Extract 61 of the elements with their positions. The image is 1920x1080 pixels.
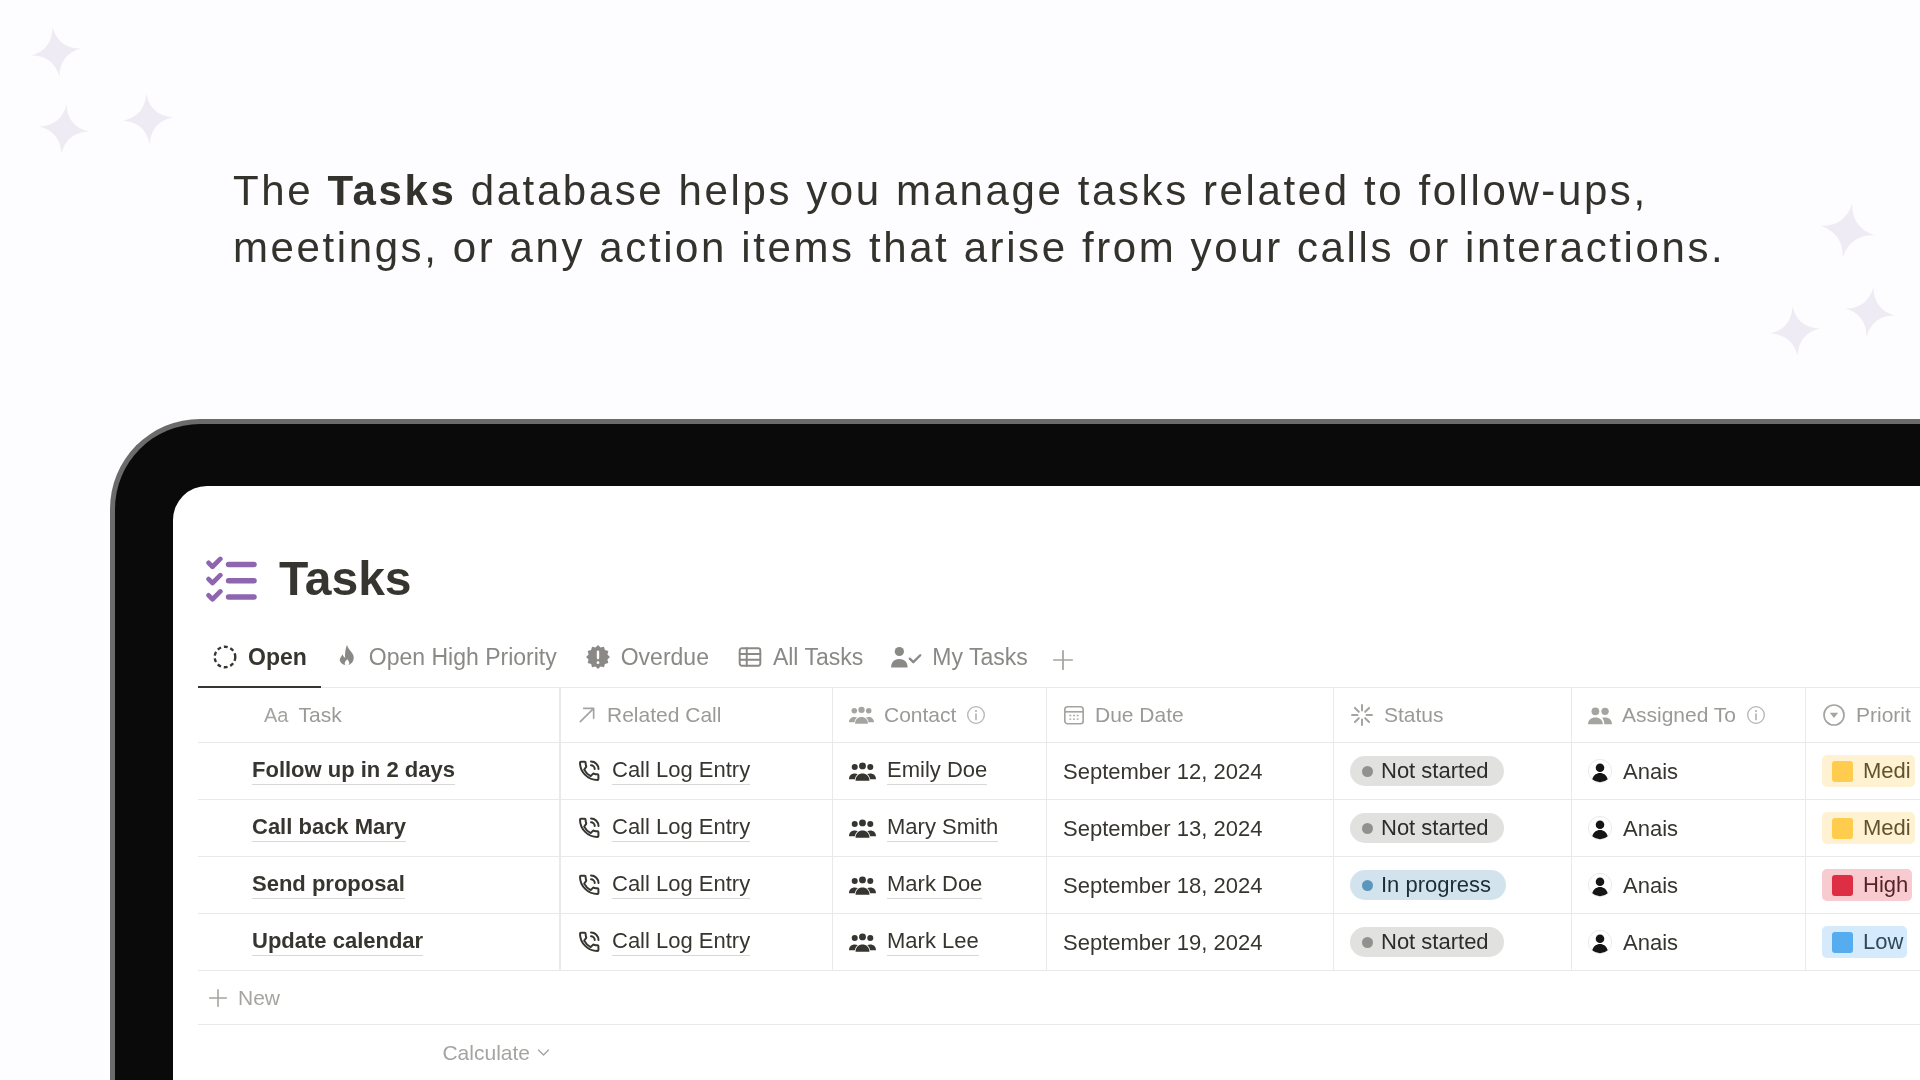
contact-link[interactable]: Mary Smith xyxy=(887,814,999,842)
dropdown-circle-icon xyxy=(1822,703,1846,727)
view-tab[interactable]: Open xyxy=(198,630,321,688)
avatar-icon xyxy=(1588,873,1612,897)
people-icon xyxy=(849,932,876,952)
due-date: September 18, 2024 xyxy=(1063,871,1263,900)
view-tab[interactable]: Open High Priority xyxy=(320,630,571,688)
assignee-name: Anais xyxy=(1623,871,1679,900)
task-title-link[interactable]: Follow up in 2 days xyxy=(252,757,455,785)
assignee-name: Anais xyxy=(1623,814,1679,843)
people-icon xyxy=(849,706,874,724)
checklist-icon xyxy=(206,555,257,603)
table-icon xyxy=(736,644,763,670)
related-call-link[interactable]: Call Log Entry xyxy=(612,814,751,842)
page-title: Tasks xyxy=(279,551,412,608)
view-tab[interactable]: My Tasks xyxy=(877,630,1042,688)
status-label: Not started xyxy=(1381,928,1489,956)
dashed-circle-icon xyxy=(212,644,238,670)
avatar-icon xyxy=(1588,930,1612,954)
assignee-name: Anais xyxy=(1623,757,1679,786)
text-type-icon: Aa xyxy=(264,700,289,730)
priority-label: Low xyxy=(1863,929,1904,955)
view-tab[interactable]: All Tasks xyxy=(722,630,878,688)
task-title-link[interactable]: Call back Mary xyxy=(252,814,407,842)
contact-link[interactable]: Mark Lee xyxy=(887,928,979,956)
related-call-link[interactable]: Call Log Entry xyxy=(612,871,751,899)
plus-icon xyxy=(208,987,228,1008)
person-check-icon xyxy=(891,646,923,668)
contact-link[interactable]: Emily Doe xyxy=(887,757,988,785)
avatar-icon xyxy=(1588,759,1612,783)
spinner-icon xyxy=(1350,703,1374,727)
people-icon xyxy=(849,875,876,895)
task-title-link[interactable]: Send proposal xyxy=(252,871,405,899)
status-label: Not started xyxy=(1381,757,1489,785)
related-call-link[interactable]: Call Log Entry xyxy=(612,928,751,956)
assignee-name: Anais xyxy=(1623,928,1679,957)
due-date: September 13, 2024 xyxy=(1063,814,1263,843)
people-icon xyxy=(849,818,876,838)
due-date: September 19, 2024 xyxy=(1063,928,1263,957)
people-icon xyxy=(1588,705,1612,725)
priority-label: High xyxy=(1863,872,1909,898)
view-tab[interactable]: Overdue xyxy=(570,630,723,688)
contact-link[interactable]: Mark Doe xyxy=(887,871,983,899)
calendar-icon xyxy=(1063,704,1085,726)
diagonal-arrow-icon xyxy=(577,705,597,725)
phone-icon xyxy=(577,816,601,840)
due-date: September 12, 2024 xyxy=(1063,757,1263,786)
task-title-link[interactable]: Update calendar xyxy=(252,928,424,956)
status-label: In progress xyxy=(1381,871,1492,899)
phone-icon xyxy=(577,930,601,954)
people-icon xyxy=(849,761,876,781)
phone-icon xyxy=(577,759,601,783)
priority-label: Medi xyxy=(1863,758,1911,784)
intro-paragraph: The Tasks database helps you manage tasks related to follow-ups, meetings, or any action items that arise from your calls or interactions. xyxy=(233,166,1727,273)
priority-label: Medi xyxy=(1863,815,1911,841)
status-label: Not started xyxy=(1381,814,1489,842)
related-call-link[interactable]: Call Log Entry xyxy=(612,757,751,785)
alert-badge-icon xyxy=(584,644,611,670)
avatar-icon xyxy=(1588,816,1612,840)
plus-icon xyxy=(1051,649,1074,671)
phone-icon xyxy=(577,873,601,897)
